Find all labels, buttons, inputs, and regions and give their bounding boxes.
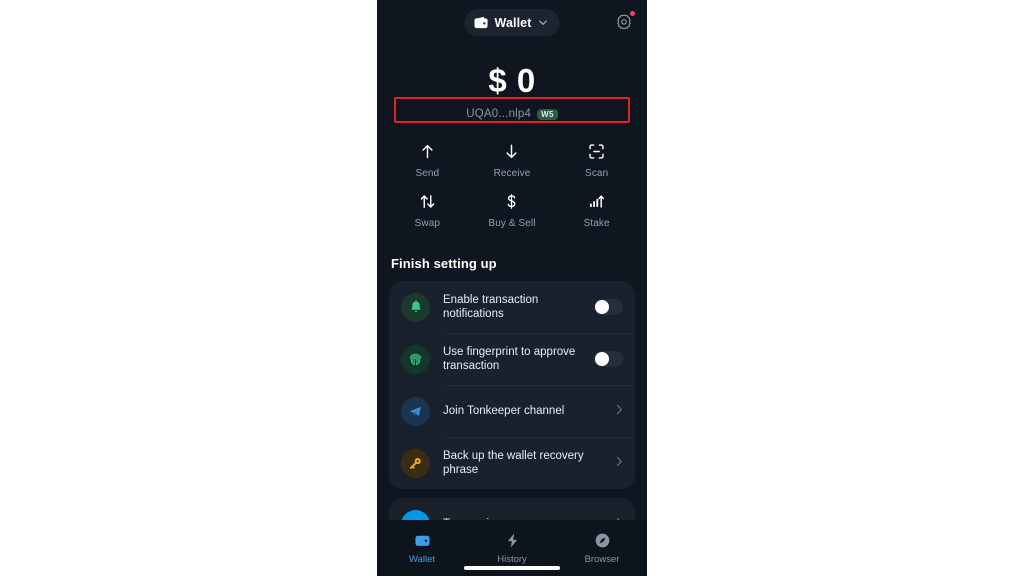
arrow-down-icon: [502, 142, 521, 161]
tab-browser[interactable]: Browser: [557, 520, 647, 576]
bell-icon: [401, 292, 430, 322]
quick-actions-grid: Send Receive Scan Swap Buy & Sell Stake: [377, 142, 647, 229]
action-swap[interactable]: Swap: [385, 192, 470, 229]
setup-item-notifications[interactable]: Enable transaction notifications: [389, 281, 635, 333]
tab-browser-label: Browser: [584, 554, 620, 565]
setup-item-notifications-label: Enable transaction notifications: [443, 294, 539, 320]
chevron-down-icon: [537, 17, 548, 28]
app-header: Wallet: [377, 0, 647, 46]
setup-card: Enable transaction notifications Use fin…: [389, 281, 635, 489]
action-scan-label: Scan: [585, 168, 609, 179]
wallet-version-badge: W5: [537, 108, 558, 120]
fingerprint-toggle[interactable]: [594, 351, 623, 367]
browser-compass-icon: [593, 531, 612, 550]
key-icon: [401, 448, 430, 478]
scan-icon: [587, 142, 606, 161]
toggle-knob: [595, 300, 609, 314]
action-stake[interactable]: Stake: [554, 192, 639, 229]
wallet-chip-label: Wallet: [494, 15, 532, 30]
tab-history-label: History: [497, 554, 527, 565]
screenshot-canvas: Wallet $ 0 UQA0...nlp4 W5 Send Receive S…: [0, 0, 1024, 576]
setup-item-telegram[interactable]: Join Tonkeeper channel: [389, 385, 635, 437]
section-title-finish-setting-up: Finish setting up: [391, 256, 497, 271]
action-receive-label: Receive: [493, 168, 531, 179]
wallet-address-row[interactable]: UQA0...nlp4 W5: [377, 108, 647, 120]
wallet-address: UQA0...nlp4: [466, 108, 532, 120]
setup-item-backup[interactable]: Back up the wallet recovery phrase: [389, 437, 635, 489]
notifications-toggle[interactable]: [594, 299, 623, 315]
chevron-right-icon: [616, 402, 623, 420]
action-swap-label: Swap: [414, 218, 441, 229]
settings-notification-dot: [630, 11, 635, 16]
home-indicator: [464, 566, 560, 570]
setup-item-backup-label: Back up the wallet recovery phrase: [443, 450, 584, 476]
action-scan[interactable]: Scan: [554, 142, 639, 179]
wallet-tab-icon: [413, 531, 432, 550]
wallet-icon: [474, 16, 489, 29]
chevron-right-icon: [616, 454, 623, 472]
wallet-selector-chip[interactable]: Wallet: [464, 9, 560, 36]
balance-amount: $ 0: [488, 62, 536, 99]
swap-arrows-icon: [418, 192, 437, 211]
dollar-icon: [502, 192, 521, 211]
action-buy-sell[interactable]: Buy & Sell: [470, 192, 555, 229]
setup-item-fingerprint[interactable]: Use fingerprint to approve transaction: [389, 333, 635, 385]
toggle-knob: [595, 352, 609, 366]
action-stake-label: Stake: [583, 218, 610, 229]
setup-item-fingerprint-label: Use fingerprint to approve transaction: [443, 346, 576, 372]
tab-wallet[interactable]: Wallet: [377, 520, 467, 576]
action-send[interactable]: Send: [385, 142, 470, 179]
tab-wallet-label: Wallet: [408, 554, 436, 565]
fingerprint-icon: [401, 344, 430, 374]
arrow-up-icon: [418, 142, 437, 161]
phone-screen: Wallet $ 0 UQA0...nlp4 W5 Send Receive S…: [377, 0, 647, 576]
settings-button[interactable]: [613, 11, 635, 33]
action-send-label: Send: [415, 168, 440, 179]
stake-chart-icon: [587, 192, 606, 211]
setup-item-telegram-label: Join Tonkeeper channel: [443, 405, 565, 417]
telegram-icon: [401, 396, 430, 426]
action-receive[interactable]: Receive: [470, 142, 555, 179]
history-bolt-icon: [503, 531, 522, 550]
action-buy-sell-label: Buy & Sell: [488, 218, 536, 229]
